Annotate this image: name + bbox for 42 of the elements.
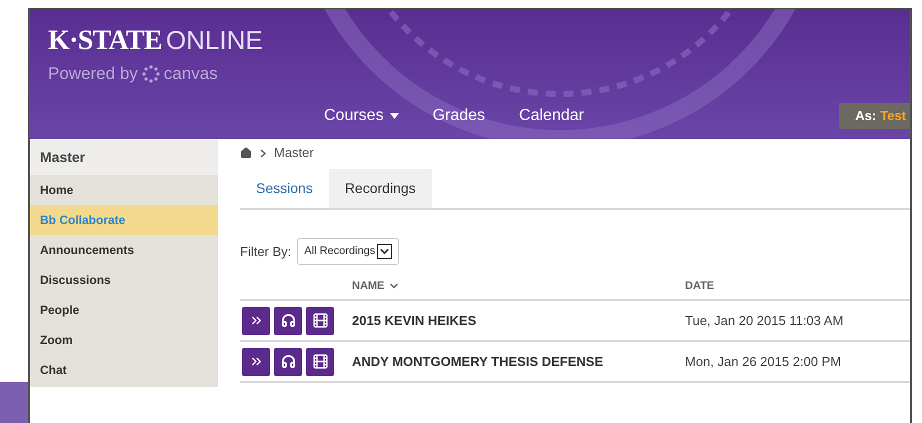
audio-button[interactable] bbox=[274, 348, 302, 376]
sidebar-item[interactable]: Chat bbox=[30, 355, 218, 385]
play-button[interactable] bbox=[242, 306, 270, 334]
recording-date: Tue, Jan 20 2015 11:03 AM bbox=[685, 312, 844, 330]
sidebar-item[interactable]: Home bbox=[30, 175, 218, 205]
audio-button[interactable] bbox=[274, 306, 302, 334]
chevron-right-icon bbox=[260, 148, 266, 158]
breadcrumb-link[interactable]: Master bbox=[274, 143, 314, 163]
sidebar-item[interactable]: Zoom bbox=[30, 325, 218, 355]
sidebar-item[interactable]: People bbox=[30, 295, 218, 325]
play-button[interactable] bbox=[242, 348, 270, 376]
sidebar-title: Master bbox=[30, 139, 218, 175]
video-button[interactable] bbox=[306, 306, 334, 334]
nav-link[interactable]: Grades bbox=[432, 104, 486, 128]
tab[interactable]: Sessions bbox=[240, 169, 329, 208]
headphones-icon bbox=[280, 354, 296, 369]
column-header[interactable]: DATE bbox=[685, 278, 714, 294]
filter-select[interactable]: All Recordings bbox=[297, 238, 400, 265]
canvas-text: canvas bbox=[164, 63, 218, 85]
masquerade-label: As: bbox=[855, 107, 876, 126]
film-icon bbox=[312, 312, 328, 329]
logo-suffix: ONLINE bbox=[166, 27, 263, 53]
recording-name: ANDY MONTGOMERY THESIS DEFENSE bbox=[352, 352, 604, 371]
powered-by-text: Powered by bbox=[48, 63, 138, 85]
home-icon[interactable] bbox=[240, 147, 252, 159]
masquerade-user: Test bbox=[880, 107, 906, 126]
filter-label: Filter By: bbox=[240, 242, 292, 261]
sidebar-item[interactable]: Discussions bbox=[30, 265, 218, 295]
caret-icon bbox=[390, 113, 399, 119]
nav-link[interactable]: Courses bbox=[324, 104, 399, 128]
nav-link[interactable]: Calendar bbox=[519, 104, 584, 128]
sidebar-item[interactable]: Announcements bbox=[30, 235, 218, 265]
video-button[interactable] bbox=[306, 348, 334, 376]
headphones-icon bbox=[280, 313, 296, 328]
film-icon bbox=[312, 353, 328, 370]
canvas-logo-icon bbox=[142, 64, 160, 83]
logo-brand: K·STATE bbox=[48, 27, 162, 55]
column-header[interactable]: NAME bbox=[352, 278, 685, 294]
recording-name: 2015 KEVIN HEIKES bbox=[352, 312, 478, 330]
tab[interactable]: Recordings bbox=[328, 169, 432, 208]
recording-date: Mon, Jan 26 2015 2:00 PM bbox=[685, 352, 842, 371]
dropdown-icon bbox=[377, 244, 392, 259]
